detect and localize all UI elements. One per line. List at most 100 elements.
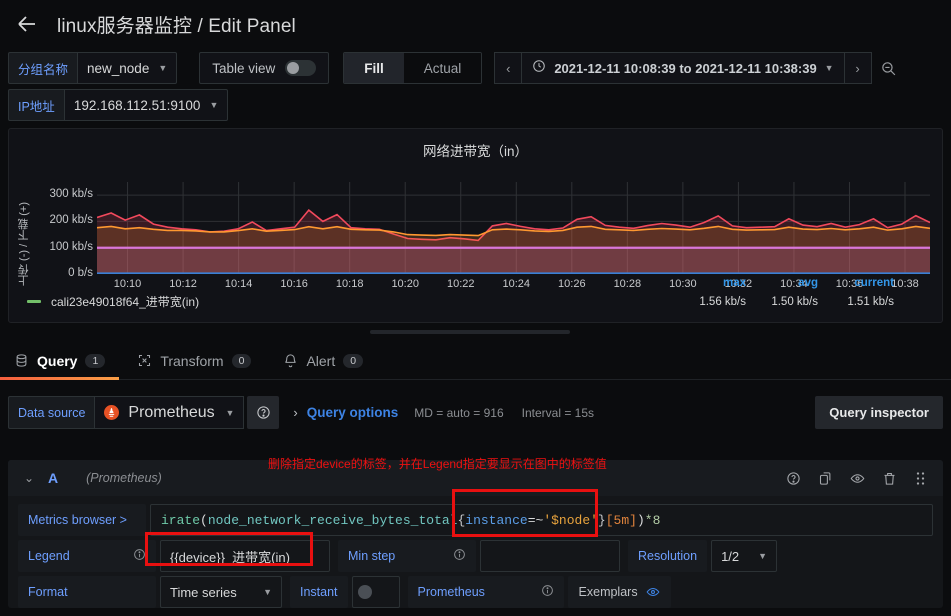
datasource-help-icon[interactable] xyxy=(247,396,280,429)
query-expression-input[interactable]: irate(node_network_receive_bytes_total{i… xyxy=(150,504,933,536)
query-ref-id[interactable]: A xyxy=(48,470,58,486)
interval-text: Interval = 15s xyxy=(521,405,595,420)
expr-label-key: instance xyxy=(465,512,528,528)
chevron-down-icon: ▼ xyxy=(758,551,768,561)
legend-input[interactable]: {{device}}_进带宽(in) xyxy=(160,540,330,572)
query-options-toggle[interactable]: › Query options xyxy=(293,396,398,429)
trash-icon[interactable] xyxy=(882,471,897,486)
tab-alert[interactable]: Alert 0 xyxy=(283,342,377,380)
legend-item[interactable]: cali23e49018f64_进带宽(in) xyxy=(27,293,199,310)
transform-icon xyxy=(137,353,152,368)
toolbar-row-2: IP地址 192.168.112.51:9100 ▼ xyxy=(8,89,943,121)
prometheus-label-text: Prometheus xyxy=(417,585,485,599)
prometheus-icon xyxy=(104,405,120,420)
eye-icon[interactable] xyxy=(850,471,865,486)
tab-transform-count: 0 xyxy=(231,353,252,368)
y-axis-tick: 0 b/s xyxy=(68,267,93,279)
legend-stat-value: 1.50 kb/s xyxy=(771,296,818,308)
variable-value-group[interactable]: new_node ▼ xyxy=(77,52,178,84)
legend-stat-value: 1.56 kb/s xyxy=(699,296,746,308)
time-range-text: 2021-12-11 10:08:39 to 2021-12-11 10:38:… xyxy=(554,60,817,76)
fit-button[interactable]: Fill xyxy=(344,53,404,83)
datasource-name: Prometheus xyxy=(128,403,215,421)
time-next-icon[interactable]: › xyxy=(843,52,872,84)
variable-group-text: new_node xyxy=(87,60,150,76)
query-options-meta: MD = auto = 916 Interval = 15s xyxy=(414,396,594,429)
resolution-value: 1/2 xyxy=(721,548,740,564)
page-title: linux服务器监控 / Edit Panel xyxy=(57,15,296,37)
format-select[interactable]: Time series ▼ xyxy=(160,576,282,608)
duplicate-icon[interactable] xyxy=(818,471,833,486)
info-circle-icon[interactable] xyxy=(133,548,146,564)
panel-title: 网络进带宽（in） xyxy=(422,144,528,159)
variable-value-ip[interactable]: 192.168.112.51:9100 ▼ xyxy=(63,89,229,121)
legend-color-swatch xyxy=(27,300,41,303)
format-value: Time series xyxy=(170,584,237,600)
chevron-down-icon: ▼ xyxy=(158,63,168,73)
drag-handle-icon[interactable] xyxy=(914,471,927,486)
instant-toggle[interactable] xyxy=(351,576,400,608)
min-step-input[interactable] xyxy=(480,540,620,572)
legend-stat-value: 1.51 kb/s xyxy=(847,296,894,308)
datasource-row: Data source Prometheus ▼ › Query options… xyxy=(8,396,943,429)
y-axis-tick-labels: 300 kb/s 200 kb/s 100 kb/s 0 b/s xyxy=(27,182,93,279)
min-step-label: Min step xyxy=(338,540,476,572)
expr-function: irate xyxy=(161,512,201,528)
help-circle-icon[interactable] xyxy=(786,471,801,486)
database-icon xyxy=(14,353,29,368)
panel-resize-handle[interactable] xyxy=(370,330,570,334)
y-axis-tick: 200 kb/s xyxy=(49,214,93,227)
legend-row: Legend {{device}}_进带宽(in) Min step Resol… xyxy=(18,540,933,572)
datasource-picker[interactable]: Prometheus ▼ xyxy=(94,396,245,429)
tab-query-label: Query xyxy=(37,352,78,369)
chart-panel[interactable]: 网络进带宽（in） 上传 (-) / 下载 (+) 300 kb/s 200 kb… xyxy=(8,128,943,323)
tab-transform[interactable]: Transform 0 xyxy=(137,342,265,380)
legend-series-name: cali23e49018f64_进带宽(in) xyxy=(51,295,200,309)
time-range-button[interactable]: 2021-12-11 10:08:39 to 2021-12-11 10:38:… xyxy=(522,52,844,84)
variable-label-group: 分组名称 xyxy=(8,52,78,84)
tab-alert-count: 0 xyxy=(343,353,364,368)
table-view-toggle[interactable]: Table view xyxy=(199,52,330,84)
clock-icon xyxy=(532,59,546,78)
query-form: Metrics browser > irate(node_network_rec… xyxy=(8,496,943,608)
expr-brace-close: } xyxy=(597,512,606,528)
time-range-picker[interactable]: ‹ 2021-12-11 10:08:39 to 2021-12-11 10:3… xyxy=(494,52,902,84)
chevron-down-icon[interactable]: ⌄ xyxy=(18,471,40,485)
legend-stat-label: current xyxy=(854,277,894,289)
max-data-points-text: MD = auto = 916 xyxy=(414,405,504,420)
variable-ip-address[interactable]: IP地址 192.168.112.51:9100 ▼ xyxy=(8,89,229,121)
bell-icon xyxy=(283,353,298,368)
expr-open-paren: ( xyxy=(200,512,208,528)
info-circle-icon[interactable] xyxy=(541,584,554,600)
actual-button[interactable]: Actual xyxy=(403,53,482,83)
tab-query[interactable]: Query 1 xyxy=(0,342,120,380)
chart-area[interactable]: 上传 (-) / 下载 (+) 300 kb/s 200 kb/s 100 kb/s… xyxy=(9,160,942,290)
expr-multiplier: *8 xyxy=(644,512,661,528)
tab-alert-label: Alert xyxy=(306,352,336,369)
zoom-out-icon[interactable] xyxy=(875,52,903,84)
chart-legend: cali23e49018f64_进带宽(in) max 1.56 kb/s avg 1… xyxy=(9,277,942,321)
chevron-right-icon: › xyxy=(293,405,298,420)
variable-ip-text: 192.168.112.51:9100 xyxy=(73,97,201,113)
fit-mode-group[interactable]: Fill Actual xyxy=(343,52,483,84)
prometheus-exemplars-label: Prometheus xyxy=(407,576,564,608)
expr-close-paren: ) xyxy=(636,512,645,528)
variable-label-ip: IP地址 xyxy=(8,89,64,121)
min-step-label-text: Min step xyxy=(348,549,396,563)
metrics-browser-button[interactable]: Metrics browser > xyxy=(18,504,146,536)
chart-plot[interactable] xyxy=(97,182,930,274)
exemplars-button[interactable]: Exemplars xyxy=(567,576,671,608)
info-circle-icon[interactable] xyxy=(453,548,466,564)
query-inspector-button[interactable]: Query inspector xyxy=(815,396,943,429)
format-label: Format xyxy=(18,576,156,608)
expr-range: [5m] xyxy=(605,512,637,528)
back-arrow-icon[interactable] xyxy=(14,11,40,37)
time-prev-icon[interactable]: ‹ xyxy=(494,52,523,84)
table-view-switch[interactable] xyxy=(285,60,317,76)
tab-active-indicator xyxy=(0,377,120,380)
expression-row: Metrics browser > irate(node_network_rec… xyxy=(18,504,933,536)
variable-group-name[interactable]: 分组名称 new_node ▼ xyxy=(8,52,178,84)
resolution-select[interactable]: 1/2 ▼ xyxy=(711,540,778,572)
expr-operator: =~ xyxy=(527,512,544,528)
annotation-text: 删除指定device的标签，并在Legend指定要显示在图中的标签值 xyxy=(268,457,607,471)
